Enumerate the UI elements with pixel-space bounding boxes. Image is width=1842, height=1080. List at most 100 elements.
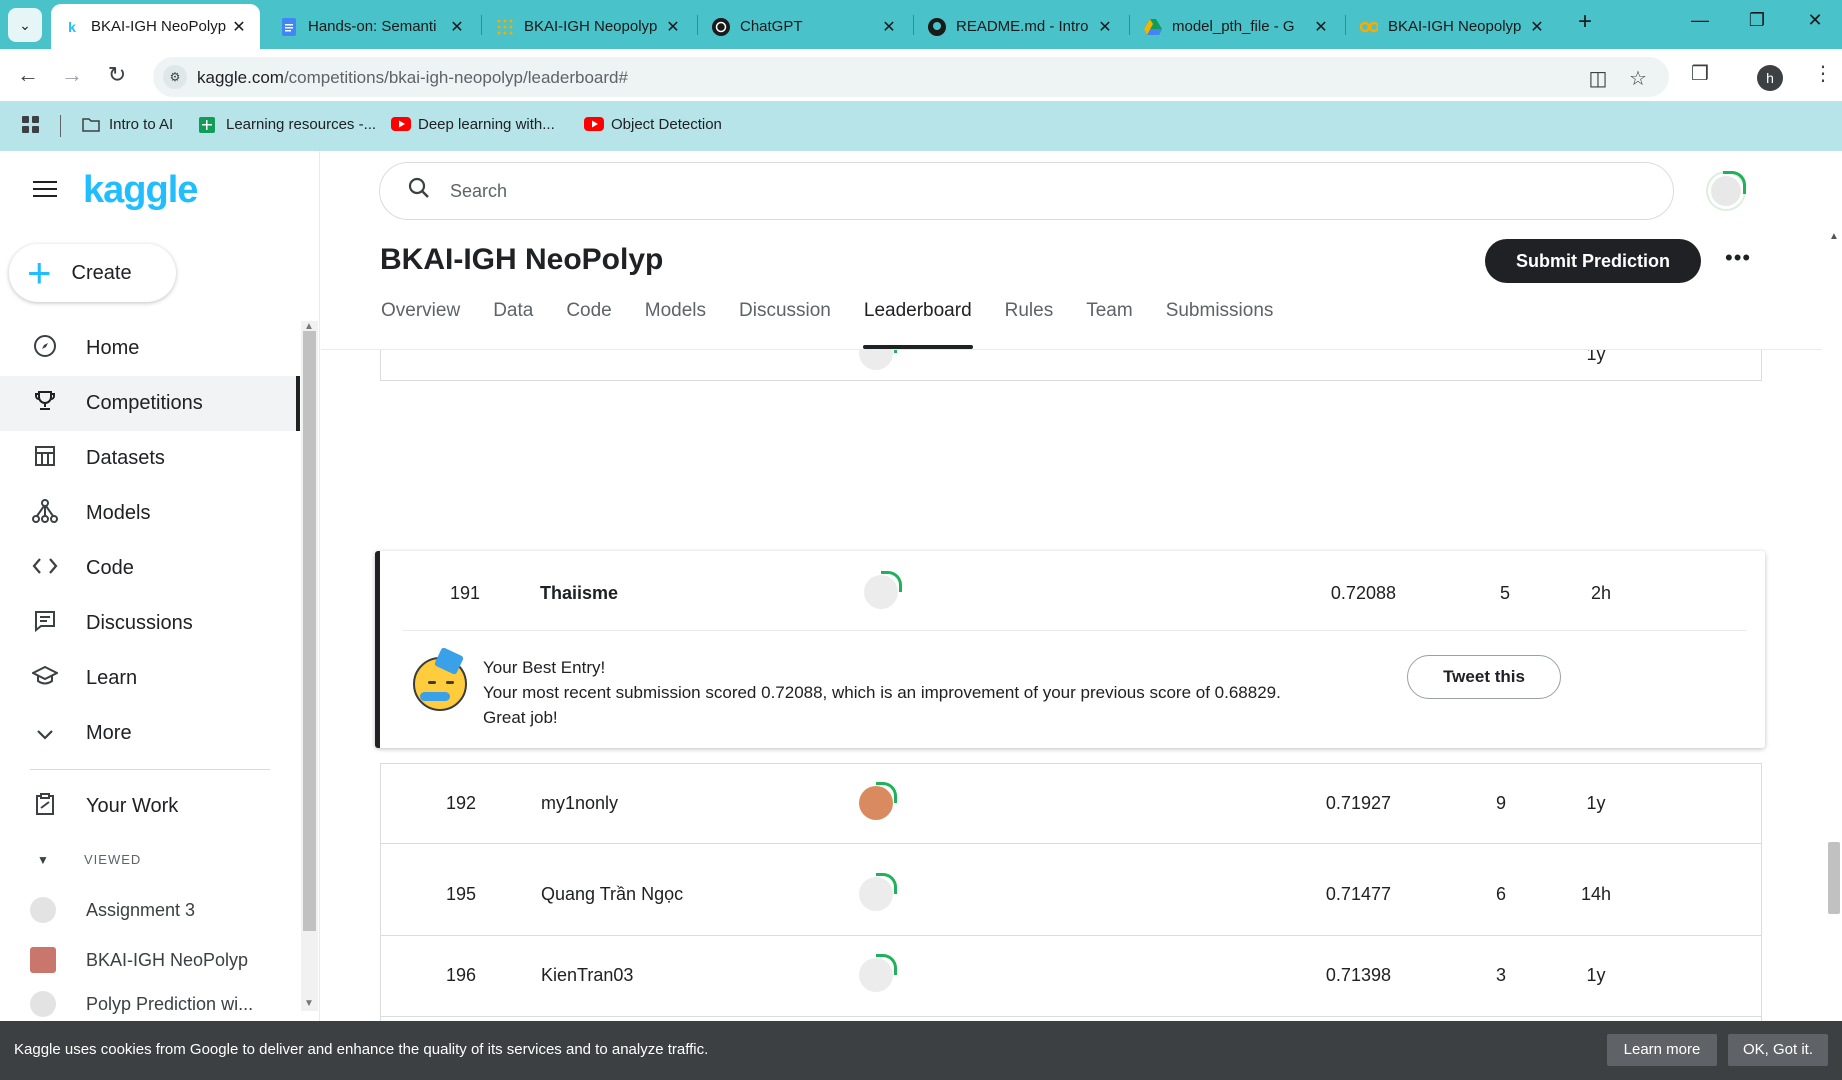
extensions-icon[interactable]: ❒	[1691, 61, 1709, 86]
team-avatar[interactable]	[859, 862, 897, 900]
learn-more-button[interactable]: Learn more	[1607, 1034, 1717, 1066]
sidebar-item-your-work[interactable]: Your Work	[0, 779, 300, 834]
bookmark-intro-to-ai[interactable]: Intro to AI	[82, 116, 173, 133]
scrollbar-thumb[interactable]	[303, 331, 316, 931]
chatgpt-icon	[712, 17, 730, 36]
user-avatar[interactable]	[1708, 171, 1746, 209]
browser-tab-4[interactable]: ChatGPT ✕	[700, 4, 910, 49]
close-icon[interactable]: ✕	[662, 17, 684, 37]
scrollbar-thumb[interactable]	[1828, 842, 1840, 914]
close-icon[interactable]: ✕	[1310, 17, 1332, 37]
reload-icon[interactable]: ↻	[103, 61, 131, 89]
browser-tab-6[interactable]: model_pth_file - G ✕	[1132, 4, 1342, 49]
create-button[interactable]: + Create	[9, 244, 176, 302]
submit-prediction-button[interactable]: Submit Prediction	[1485, 239, 1701, 283]
tab-code[interactable]: Code	[565, 301, 612, 351]
tab-overview[interactable]: Overview	[380, 301, 461, 351]
url-path: /competitions/bkai-igh-neopolyp/leaderbo…	[283, 68, 628, 87]
address-bar[interactable]: ⚙ kaggle.com/competitions/bkai-igh-neopo…	[153, 57, 1669, 97]
browser-tab-5[interactable]: README.md - Intro ✕	[916, 4, 1126, 49]
tab-search-button[interactable]: ⌄	[8, 8, 42, 42]
team-avatar[interactable]	[859, 782, 897, 820]
browser-tab-2[interactable]: Hands-on: Semanti ✕	[268, 4, 478, 49]
table-row[interactable]: 192 my1nonly 0.71927 9 1y	[380, 763, 1762, 844]
table-row[interactable]: 1y	[380, 350, 1762, 381]
scroll-down-icon[interactable]: ▼	[304, 998, 314, 1009]
viewed-item[interactable]: Polyp Prediction wi...	[0, 987, 253, 1021]
ok-got-it-button[interactable]: OK, Got it.	[1728, 1034, 1828, 1066]
entries: 2	[1495, 873, 1506, 893]
table-row[interactable]: 193 Luu Hoang Phan 0.71839 2 2d	[380, 844, 1762, 925]
sidebar-scrollbar[interactable]: ▲ ▼	[301, 321, 318, 1011]
docs-icon	[280, 17, 298, 36]
sheets-icon	[199, 116, 217, 133]
tab-team[interactable]: Team	[1085, 301, 1133, 351]
profile-avatar[interactable]: h	[1757, 65, 1783, 91]
chevron-down-icon: ⌄	[19, 16, 31, 33]
tab-models[interactable]: Models	[644, 301, 707, 351]
new-tab-button[interactable]: +	[1565, 8, 1605, 36]
back-icon[interactable]: ←	[14, 61, 42, 89]
viewed-thumbnail	[30, 947, 56, 973]
sidebar-item-learn[interactable]: Learn	[0, 651, 300, 706]
bookmark-star-icon[interactable]: ☆	[1624, 66, 1652, 91]
tweet-this-button[interactable]: Tweet this	[1407, 655, 1561, 699]
team-name[interactable]: Givral	[541, 954, 588, 975]
search-input[interactable]: Search	[379, 162, 1674, 220]
apps-icon[interactable]	[22, 116, 40, 134]
entries: 9	[1495, 793, 1506, 813]
restore-icon[interactable]: ❐	[1737, 10, 1777, 31]
sidebar-item-discussions[interactable]: Discussions	[0, 596, 300, 651]
kaggle-logo[interactable]: kaggle	[83, 169, 198, 212]
close-icon[interactable]: ✕	[446, 17, 468, 37]
install-app-icon[interactable]: ◫	[1584, 66, 1612, 91]
main-scrollbar[interactable]: ▲	[1824, 231, 1842, 1021]
close-icon[interactable]: ✕	[1526, 17, 1548, 37]
last-entry: 3y	[1586, 954, 1606, 974]
team-avatar[interactable]	[864, 571, 902, 609]
more-vert-icon[interactable]: ⋮	[1813, 61, 1833, 86]
url-text[interactable]: kaggle.com/competitions/bkai-igh-neopoly…	[197, 68, 628, 88]
scroll-up-icon[interactable]: ▲	[1829, 231, 1839, 242]
more-horiz-icon[interactable]: •••	[1725, 245, 1751, 271]
bookmark-deep-learning[interactable]: Deep learning with...	[391, 116, 555, 133]
sidebar-item-more[interactable]: More	[0, 706, 300, 761]
team-name[interactable]: Thaiisme	[540, 583, 618, 604]
close-icon[interactable]: ✕	[228, 17, 250, 37]
sidebar-item-label: Competitions	[86, 392, 203, 414]
tab-data[interactable]: Data	[492, 301, 534, 351]
close-icon[interactable]: ✕	[1094, 17, 1116, 37]
team-name[interactable]: my1nonly	[541, 793, 618, 814]
sidebar-item-datasets[interactable]: Datasets	[0, 431, 300, 486]
table-row[interactable]: 194 Givral 0.71684 22 3y	[380, 925, 1762, 1006]
minimize-icon[interactable]: —	[1680, 10, 1720, 31]
create-label: Create	[71, 261, 132, 284]
drive-icon	[1144, 18, 1162, 36]
competition-tabs: Overview Data Code Models Discussion Lea…	[380, 301, 1305, 351]
close-window-icon[interactable]: ✕	[1795, 10, 1835, 31]
site-info-icon[interactable]: ⚙	[163, 65, 187, 89]
tab-discussion[interactable]: Discussion	[738, 301, 832, 351]
browser-tab-3[interactable]: BKAI-IGH Neopolyp ✕	[484, 4, 694, 49]
browser-tab-1[interactable]: k BKAI-IGH NeoPolyp ✕	[51, 4, 260, 49]
tab-submissions[interactable]: Submissions	[1165, 301, 1275, 351]
menu-icon[interactable]	[33, 181, 57, 199]
close-icon[interactable]: ✕	[878, 17, 900, 37]
bookmark-learning-resources[interactable]: Learning resources -...	[199, 116, 376, 133]
bookmark-object-detection[interactable]: Object Detection	[584, 116, 722, 133]
tab-rules[interactable]: Rules	[1004, 301, 1055, 351]
sidebar-item-home[interactable]: Home	[0, 321, 300, 376]
viewed-item[interactable]: Assignment 3	[0, 887, 195, 933]
sidebar-item-models[interactable]: Models	[0, 486, 300, 541]
team-avatar[interactable]	[859, 943, 897, 981]
browser-tab-7[interactable]: BKAI-IGH Neopolyp ✕	[1348, 4, 1558, 49]
sidebar-item-code[interactable]: Code	[0, 541, 300, 596]
tab-separator	[913, 15, 914, 35]
sidebar-item-competitions[interactable]: Competitions	[0, 376, 300, 431]
cookie-message: Kaggle uses cookies from Google to deliv…	[14, 1041, 709, 1058]
tab-leaderboard[interactable]: Leaderboard	[862, 301, 973, 351]
viewed-item[interactable]: BKAI-IGH NeoPolyp	[0, 937, 248, 983]
team-name[interactable]: Luu Hoang Phan	[541, 873, 676, 894]
forward-icon[interactable]: →	[58, 61, 86, 89]
caret-down-icon[interactable]: ▼	[37, 853, 49, 867]
